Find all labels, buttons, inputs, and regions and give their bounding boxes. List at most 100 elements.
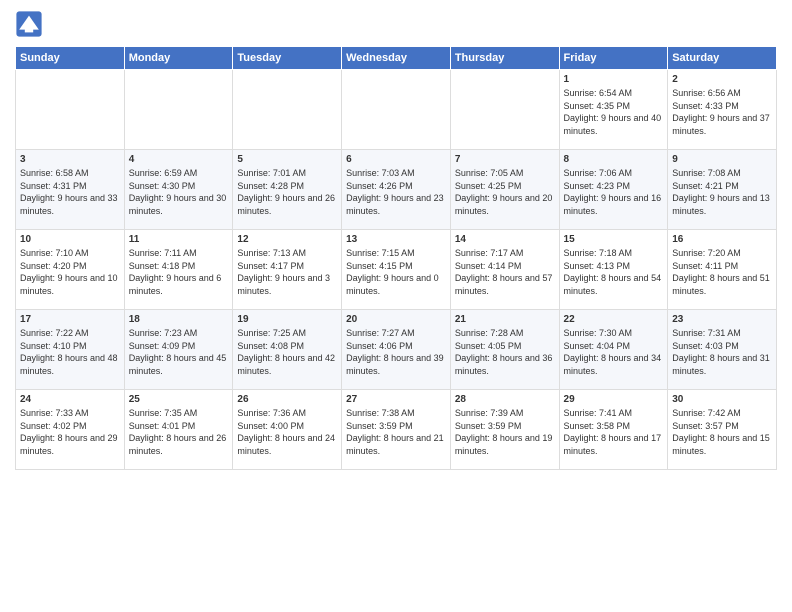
day-number: 3 bbox=[20, 154, 120, 165]
calendar-body: 1 Sunrise: 6:54 AM Sunset: 4:35 PM Daylig… bbox=[16, 70, 777, 470]
day-info: Sunrise: 7:08 AM Sunset: 4:21 PM Dayligh… bbox=[672, 167, 772, 217]
day-number: 30 bbox=[672, 394, 772, 405]
day-number: 21 bbox=[455, 314, 555, 325]
header bbox=[15, 10, 777, 38]
calendar-week-1: 1 Sunrise: 6:54 AM Sunset: 4:35 PM Daylig… bbox=[16, 70, 777, 150]
day-number: 14 bbox=[455, 234, 555, 245]
day-info: Sunrise: 6:58 AM Sunset: 4:31 PM Dayligh… bbox=[20, 167, 120, 217]
calendar-cell: 11 Sunrise: 7:11 AM Sunset: 4:18 PM Dayli… bbox=[124, 230, 233, 310]
calendar-cell: 2 Sunrise: 6:56 AM Sunset: 4:33 PM Daylig… bbox=[668, 70, 777, 150]
day-info: Sunrise: 7:36 AM Sunset: 4:00 PM Dayligh… bbox=[237, 407, 337, 457]
calendar-cell: 21 Sunrise: 7:28 AM Sunset: 4:05 PM Dayli… bbox=[450, 310, 559, 390]
day-info: Sunrise: 7:23 AM Sunset: 4:09 PM Dayligh… bbox=[129, 327, 229, 377]
day-number: 16 bbox=[672, 234, 772, 245]
calendar-cell: 24 Sunrise: 7:33 AM Sunset: 4:02 PM Dayli… bbox=[16, 390, 125, 470]
header-cell-saturday: Saturday bbox=[668, 47, 777, 70]
day-number: 11 bbox=[129, 234, 229, 245]
day-info: Sunrise: 7:28 AM Sunset: 4:05 PM Dayligh… bbox=[455, 327, 555, 377]
day-info: Sunrise: 7:30 AM Sunset: 4:04 PM Dayligh… bbox=[564, 327, 664, 377]
logo-icon bbox=[15, 10, 43, 38]
day-number: 17 bbox=[20, 314, 120, 325]
calendar-cell: 23Sunrise: 7:31 AM Sunset: 4:03 PM Dayli… bbox=[668, 310, 777, 390]
day-number: 4 bbox=[129, 154, 229, 165]
day-number: 6 bbox=[346, 154, 446, 165]
day-number: 29 bbox=[564, 394, 664, 405]
calendar-week-4: 17 Sunrise: 7:22 AM Sunset: 4:10 PM Dayli… bbox=[16, 310, 777, 390]
calendar-cell: 4 Sunrise: 6:59 AM Sunset: 4:30 PM Daylig… bbox=[124, 150, 233, 230]
day-number: 19 bbox=[237, 314, 337, 325]
day-number: 2 bbox=[672, 74, 772, 85]
day-number: 28 bbox=[455, 394, 555, 405]
day-number: 25 bbox=[129, 394, 229, 405]
calendar-cell bbox=[124, 70, 233, 150]
day-info: Sunrise: 6:56 AM Sunset: 4:33 PM Dayligh… bbox=[672, 87, 772, 137]
calendar-week-2: 3 Sunrise: 6:58 AM Sunset: 4:31 PM Daylig… bbox=[16, 150, 777, 230]
day-number: 10 bbox=[20, 234, 120, 245]
header-cell-tuesday: Tuesday bbox=[233, 47, 342, 70]
day-info: Sunrise: 7:31 AM Sunset: 4:03 PM Dayligh… bbox=[672, 327, 772, 377]
day-info: Sunrise: 7:15 AM Sunset: 4:15 PM Dayligh… bbox=[346, 247, 446, 297]
day-info: Sunrise: 7:17 AM Sunset: 4:14 PM Dayligh… bbox=[455, 247, 555, 297]
calendar-cell: 7 Sunrise: 7:05 AM Sunset: 4:25 PM Daylig… bbox=[450, 150, 559, 230]
day-info: Sunrise: 7:11 AM Sunset: 4:18 PM Dayligh… bbox=[129, 247, 229, 297]
header-cell-thursday: Thursday bbox=[450, 47, 559, 70]
calendar-cell: 30 Sunrise: 7:42 AM Sunset: 3:57 PM Dayli… bbox=[668, 390, 777, 470]
day-info: Sunrise: 7:10 AM Sunset: 4:20 PM Dayligh… bbox=[20, 247, 120, 297]
day-info: Sunrise: 7:18 AM Sunset: 4:13 PM Dayligh… bbox=[564, 247, 664, 297]
day-number: 24 bbox=[20, 394, 120, 405]
day-info: Sunrise: 7:05 AM Sunset: 4:25 PM Dayligh… bbox=[455, 167, 555, 217]
calendar-cell bbox=[450, 70, 559, 150]
calendar-cell: 10 Sunrise: 7:10 AM Sunset: 4:20 PM Dayli… bbox=[16, 230, 125, 310]
header-cell-friday: Friday bbox=[559, 47, 668, 70]
day-number: 20 bbox=[346, 314, 446, 325]
day-info: Sunrise: 7:06 AM Sunset: 4:23 PM Dayligh… bbox=[564, 167, 664, 217]
calendar-cell: 20Sunrise: 7:27 AM Sunset: 4:06 PM Dayli… bbox=[342, 310, 451, 390]
day-info: Sunrise: 6:59 AM Sunset: 4:30 PM Dayligh… bbox=[129, 167, 229, 217]
page: SundayMondayTuesdayWednesdayThursdayFrid… bbox=[0, 0, 792, 612]
day-number: 12 bbox=[237, 234, 337, 245]
calendar-cell: 19 Sunrise: 7:25 AM Sunset: 4:08 PM Dayli… bbox=[233, 310, 342, 390]
day-info: Sunrise: 7:35 AM Sunset: 4:01 PM Dayligh… bbox=[129, 407, 229, 457]
calendar-cell: 12 Sunrise: 7:13 AM Sunset: 4:17 PM Dayli… bbox=[233, 230, 342, 310]
day-info: Sunrise: 7:20 AM Sunset: 4:11 PM Dayligh… bbox=[672, 247, 772, 297]
calendar-cell: 22 Sunrise: 7:30 AM Sunset: 4:04 PM Dayli… bbox=[559, 310, 668, 390]
header-cell-wednesday: Wednesday bbox=[342, 47, 451, 70]
calendar-cell: 13Sunrise: 7:15 AM Sunset: 4:15 PM Dayli… bbox=[342, 230, 451, 310]
day-number: 18 bbox=[129, 314, 229, 325]
header-cell-monday: Monday bbox=[124, 47, 233, 70]
calendar-cell: 8 Sunrise: 7:06 AM Sunset: 4:23 PM Daylig… bbox=[559, 150, 668, 230]
day-number: 26 bbox=[237, 394, 337, 405]
calendar-cell bbox=[233, 70, 342, 150]
day-info: Sunrise: 7:01 AM Sunset: 4:28 PM Dayligh… bbox=[237, 167, 337, 217]
calendar-cell: 25 Sunrise: 7:35 AM Sunset: 4:01 PM Dayli… bbox=[124, 390, 233, 470]
day-number: 7 bbox=[455, 154, 555, 165]
day-info: Sunrise: 7:22 AM Sunset: 4:10 PM Dayligh… bbox=[20, 327, 120, 377]
calendar-cell: 15 Sunrise: 7:18 AM Sunset: 4:13 PM Dayli… bbox=[559, 230, 668, 310]
calendar-cell: 14 Sunrise: 7:17 AM Sunset: 4:14 PM Dayli… bbox=[450, 230, 559, 310]
day-info: Sunrise: 7:41 AM Sunset: 3:58 PM Dayligh… bbox=[564, 407, 664, 457]
calendar-week-5: 24 Sunrise: 7:33 AM Sunset: 4:02 PM Dayli… bbox=[16, 390, 777, 470]
day-info: Sunrise: 7:39 AM Sunset: 3:59 PM Dayligh… bbox=[455, 407, 555, 457]
calendar-header: SundayMondayTuesdayWednesdayThursdayFrid… bbox=[16, 47, 777, 70]
day-number: 22 bbox=[564, 314, 664, 325]
calendar-cell: 27Sunrise: 7:38 AM Sunset: 3:59 PM Dayli… bbox=[342, 390, 451, 470]
day-number: 5 bbox=[237, 154, 337, 165]
day-number: 1 bbox=[564, 74, 664, 85]
day-info: Sunrise: 7:25 AM Sunset: 4:08 PM Dayligh… bbox=[237, 327, 337, 377]
calendar-cell: 29 Sunrise: 7:41 AM Sunset: 3:58 PM Dayli… bbox=[559, 390, 668, 470]
calendar-cell: 5 Sunrise: 7:01 AM Sunset: 4:28 PM Daylig… bbox=[233, 150, 342, 230]
calendar-cell bbox=[16, 70, 125, 150]
day-info: Sunrise: 7:33 AM Sunset: 4:02 PM Dayligh… bbox=[20, 407, 120, 457]
day-number: 9 bbox=[672, 154, 772, 165]
day-info: Sunrise: 7:38 AM Sunset: 3:59 PM Dayligh… bbox=[346, 407, 446, 457]
calendar-cell: 18 Sunrise: 7:23 AM Sunset: 4:09 PM Dayli… bbox=[124, 310, 233, 390]
calendar-cell bbox=[342, 70, 451, 150]
day-info: Sunrise: 6:54 AM Sunset: 4:35 PM Dayligh… bbox=[564, 87, 664, 137]
calendar-cell: 16 Sunrise: 7:20 AM Sunset: 4:11 PM Dayli… bbox=[668, 230, 777, 310]
calendar-cell: 9 Sunrise: 7:08 AM Sunset: 4:21 PM Daylig… bbox=[668, 150, 777, 230]
day-info: Sunrise: 7:13 AM Sunset: 4:17 PM Dayligh… bbox=[237, 247, 337, 297]
calendar-table: SundayMondayTuesdayWednesdayThursdayFrid… bbox=[15, 46, 777, 470]
day-number: 15 bbox=[564, 234, 664, 245]
day-number: 8 bbox=[564, 154, 664, 165]
day-info: Sunrise: 7:42 AM Sunset: 3:57 PM Dayligh… bbox=[672, 407, 772, 457]
